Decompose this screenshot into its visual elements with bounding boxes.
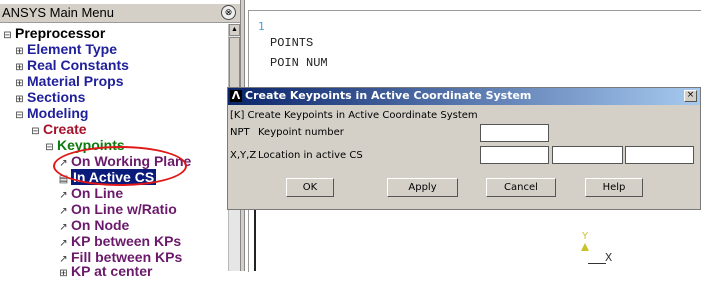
- minus-box-icon[interactable]: ⊟: [30, 124, 41, 140]
- tree-item-label: Element Type: [27, 41, 117, 57]
- highlight-ellipse: [53, 146, 187, 186]
- plus-box-icon[interactable]: ⊞: [58, 266, 69, 282]
- dialog-titlebar[interactable]: Λ Create Keypoints in Active Coordinate …: [228, 88, 700, 105]
- cancel-button[interactable]: Cancel: [486, 178, 556, 197]
- axis-x-label: X: [605, 251, 613, 265]
- tree-item-label: Create: [43, 121, 87, 137]
- ansys-logo-icon: Λ: [230, 89, 242, 102]
- output-line: POINTS: [270, 36, 314, 50]
- axis-triad-icon: [581, 243, 589, 251]
- main-menu-title: ANSYS Main Menu: [2, 5, 114, 20]
- axis-x-line: [588, 263, 606, 264]
- tree-item-label: On Line w/Ratio: [71, 201, 177, 217]
- command-description: [K] Create Keypoints in Active Coordinat…: [230, 110, 478, 121]
- xyz-description: Location in active CS: [258, 150, 363, 161]
- create-keypoints-dialog: Λ Create Keypoints in Active Coordinate …: [227, 87, 701, 210]
- tree-item-label: Sections: [27, 89, 86, 105]
- main-menu-titlebar: ANSYS Main Menu ⊗: [0, 4, 240, 23]
- keypoint-number-input[interactable]: [480, 124, 549, 142]
- z-coordinate-input[interactable]: [625, 146, 694, 164]
- tree-item-label: Real Constants: [27, 57, 129, 73]
- npt-label: NPT: [230, 127, 250, 138]
- tree-item-label: Modeling: [27, 105, 89, 121]
- help-button[interactable]: Help: [585, 178, 643, 197]
- tree-item-label: KP between KPs: [71, 233, 182, 249]
- close-icon[interactable]: ×: [684, 90, 697, 102]
- scroll-up-arrow-icon[interactable]: ▲: [229, 24, 240, 36]
- xyz-label: X,Y,Z: [230, 150, 257, 161]
- minus-box-icon[interactable]: ⊟: [44, 140, 55, 156]
- tree-item-label: Material Props: [27, 73, 124, 89]
- minus-box-icon[interactable]: ⊟: [14, 108, 25, 124]
- y-coordinate-input[interactable]: [552, 146, 623, 164]
- minus-box-icon[interactable]: ⊟: [2, 28, 13, 44]
- dialog-title: Create Keypoints in Active Coordinate Sy…: [245, 89, 532, 102]
- tree-item-label: On Line: [71, 185, 124, 201]
- tree-item-label: KP at center: [71, 263, 153, 279]
- apply-button[interactable]: Apply: [387, 178, 458, 197]
- output-line-number: 1: [258, 20, 265, 33]
- tree-item-label: On Node: [71, 217, 130, 233]
- main-menu-panel: ANSYS Main Menu ⊗ ⊟ Preprocessor ⊞ Element…: [0, 0, 241, 279]
- axis-y-label: Y: [582, 231, 589, 242]
- tree-item-kp-at-center[interactable]: ⊞ KP at center: [58, 263, 152, 282]
- collapse-icon[interactable]: ⊗: [221, 5, 236, 20]
- x-coordinate-input[interactable]: [480, 146, 549, 164]
- ok-button[interactable]: OK: [286, 178, 334, 197]
- output-line: POIN NUM: [270, 56, 328, 70]
- tree-item-label: Preprocessor: [15, 25, 106, 41]
- npt-description: Keypoint number: [258, 127, 344, 138]
